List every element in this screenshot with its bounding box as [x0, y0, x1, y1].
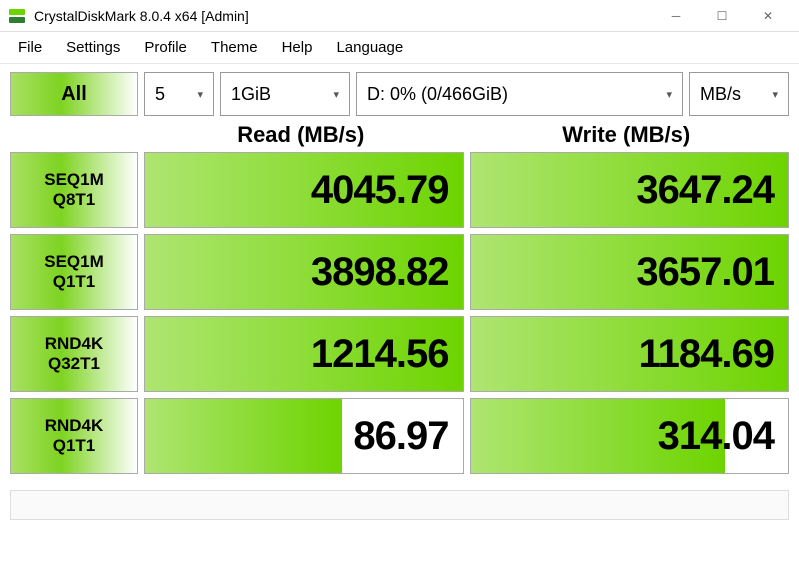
read-value: 3898.82 [311, 250, 449, 295]
runs-select[interactable]: 5 ▾ [144, 72, 214, 116]
menu-profile[interactable]: Profile [132, 35, 199, 60]
status-bar [10, 490, 789, 520]
titlebar: CrystalDiskMark 8.0.4 x64 [Admin] ─ ☐ ✕ [0, 0, 799, 32]
menu-theme[interactable]: Theme [199, 35, 270, 60]
menu-settings[interactable]: Settings [54, 35, 132, 60]
read-result: 86.97 [144, 398, 464, 474]
column-headers: Read (MB/s) Write (MB/s) [0, 116, 799, 152]
read-header: Read (MB/s) [138, 122, 464, 148]
test-button-rnd4k-q1t1[interactable]: RND4K Q1T1 [10, 398, 138, 474]
result-row: SEQ1M Q8T1 4045.79 3647.24 [10, 152, 789, 228]
unit-value: MB/s [700, 84, 741, 105]
write-value: 3657.01 [636, 250, 774, 295]
result-row: SEQ1M Q1T1 3898.82 3657.01 [10, 234, 789, 310]
close-button[interactable]: ✕ [745, 0, 791, 32]
row-label-line2: Q8T1 [53, 190, 96, 210]
size-select[interactable]: 1GiB ▾ [220, 72, 350, 116]
row-label-line1: RND4K [45, 416, 104, 436]
row-label-line2: Q32T1 [48, 354, 100, 374]
read-result: 4045.79 [144, 152, 464, 228]
run-all-button[interactable]: All [10, 72, 138, 116]
header-spacer [10, 122, 138, 148]
row-label-line1: SEQ1M [44, 170, 104, 190]
read-value: 86.97 [353, 414, 448, 459]
test-button-seq1m-q1t1[interactable]: SEQ1M Q1T1 [10, 234, 138, 310]
run-all-label: All [61, 83, 87, 106]
window-title: CrystalDiskMark 8.0.4 x64 [Admin] [34, 8, 653, 24]
menubar: File Settings Profile Theme Help Languag… [0, 32, 799, 64]
app-window: CrystalDiskMark 8.0.4 x64 [Admin] ─ ☐ ✕ … [0, 0, 799, 572]
results-grid: SEQ1M Q8T1 4045.79 3647.24 SEQ1M Q1T1 38… [0, 152, 799, 490]
menu-file[interactable]: File [6, 35, 54, 60]
write-result: 3657.01 [470, 234, 790, 310]
write-result: 3647.24 [470, 152, 790, 228]
test-button-rnd4k-q32t1[interactable]: RND4K Q32T1 [10, 316, 138, 392]
chevron-down-icon: ▾ [772, 88, 778, 101]
result-row: RND4K Q32T1 1214.56 1184.69 [10, 316, 789, 392]
write-result: 1184.69 [470, 316, 790, 392]
row-label-line1: SEQ1M [44, 252, 104, 272]
result-row: RND4K Q1T1 86.97 314.04 [10, 398, 789, 474]
chevron-down-icon: ▾ [333, 88, 339, 101]
menu-help[interactable]: Help [270, 35, 325, 60]
write-value: 3647.24 [636, 168, 774, 213]
maximize-button[interactable]: ☐ [699, 0, 745, 32]
read-value: 1214.56 [311, 332, 449, 377]
size-value: 1GiB [231, 84, 271, 105]
runs-value: 5 [155, 84, 165, 105]
drive-value: D: 0% (0/466GiB) [367, 84, 508, 105]
app-icon [8, 7, 26, 25]
read-result: 1214.56 [144, 316, 464, 392]
row-label-line1: RND4K [45, 334, 104, 354]
chevron-down-icon: ▾ [666, 88, 672, 101]
read-fill-bar [145, 399, 342, 473]
window-controls: ─ ☐ ✕ [653, 0, 791, 32]
drive-select[interactable]: D: 0% (0/466GiB) ▾ [356, 72, 683, 116]
row-label-line2: Q1T1 [53, 436, 96, 456]
test-button-seq1m-q8t1[interactable]: SEQ1M Q8T1 [10, 152, 138, 228]
chevron-down-icon: ▾ [197, 88, 203, 101]
write-header: Write (MB/s) [464, 122, 790, 148]
unit-select[interactable]: MB/s ▾ [689, 72, 789, 116]
write-value: 1184.69 [639, 332, 774, 377]
menu-language[interactable]: Language [324, 35, 415, 60]
write-result: 314.04 [470, 398, 790, 474]
minimize-button[interactable]: ─ [653, 0, 699, 32]
read-value: 4045.79 [311, 168, 449, 213]
write-value: 314.04 [658, 414, 774, 459]
read-result: 3898.82 [144, 234, 464, 310]
row-label-line2: Q1T1 [53, 272, 96, 292]
toolbar: All 5 ▾ 1GiB ▾ D: 0% (0/466GiB) ▾ MB/s ▾ [0, 64, 799, 116]
